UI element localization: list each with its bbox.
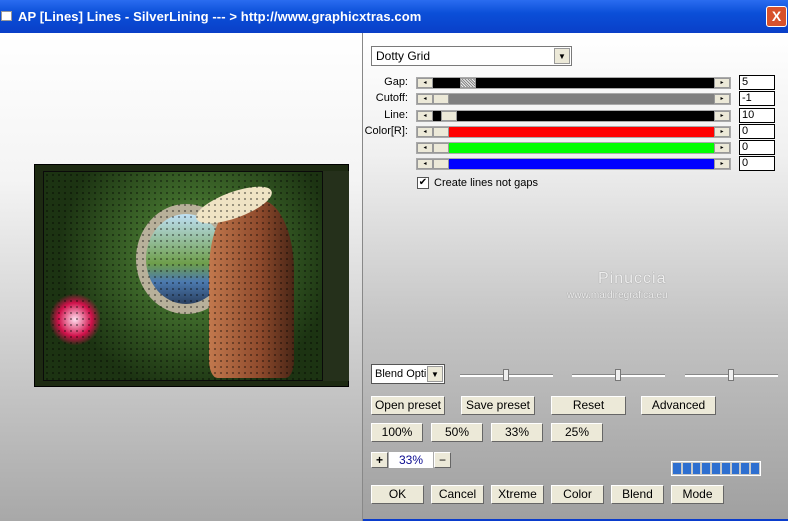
zoom-25-button[interactable]: 25% [551, 423, 603, 442]
slider-thumb[interactable] [459, 78, 476, 88]
arrow-left-icon[interactable]: ◂ [417, 111, 433, 121]
save-preset-button[interactable]: Save preset [461, 396, 535, 415]
watermark-name: Pinuccia [598, 270, 667, 287]
zoom-out-button[interactable]: − [434, 452, 451, 468]
progress-indicator [671, 461, 761, 476]
slider-value-field[interactable]: 0 [739, 156, 775, 171]
progress-segment [692, 463, 701, 474]
effect-dropdown-value: Dotty Grid [376, 49, 431, 63]
arrow-right-icon[interactable]: ▸ [714, 143, 730, 153]
slider-label: Color[R]: [364, 125, 408, 137]
slider-thumb[interactable] [433, 159, 449, 169]
open-preset-button[interactable]: Open preset [371, 396, 445, 415]
blend-dropdown-value: Blend Opti [375, 368, 427, 380]
arrow-left-icon[interactable]: ◂ [417, 143, 433, 153]
window-icon [1, 11, 12, 21]
slider-value-field[interactable]: -1 [739, 91, 775, 106]
preview-pane [0, 33, 362, 521]
arrow-right-icon[interactable]: ▸ [714, 127, 730, 137]
cancel-button[interactable]: Cancel [431, 485, 484, 504]
progress-segment [673, 463, 681, 474]
slider-thumb[interactable] [433, 143, 449, 153]
arrow-right-icon[interactable]: ▸ [714, 94, 730, 104]
green-blend-slider[interactable] [566, 366, 671, 386]
arrow-left-icon[interactable]: ◂ [417, 159, 433, 169]
blue-blend-slider[interactable] [679, 366, 784, 386]
progress-segment [702, 463, 711, 474]
progress-segment [731, 463, 740, 474]
create-lines-checkbox[interactable]: ✔ [417, 177, 429, 189]
title-bar: AP [Lines] Lines - SilverLining --- > ht… [0, 0, 788, 33]
arrow-left-icon[interactable]: ◂ [417, 78, 433, 88]
preview-picture [43, 171, 323, 381]
arrow-left-icon[interactable]: ◂ [417, 127, 433, 137]
watermark-url: www.maidiregrafica.eu [567, 290, 668, 301]
create-lines-label: Create lines not gaps [434, 177, 538, 189]
slider-label: Gap: [384, 76, 408, 88]
window-title: AP [Lines] Lines - SilverLining --- > ht… [18, 9, 422, 24]
ok-button[interactable]: OK [371, 485, 424, 504]
slider-value-field[interactable]: 0 [739, 140, 775, 155]
slider-label: Line: [384, 109, 408, 121]
slider-5[interactable]: ◂ ▸ [416, 158, 731, 170]
zoom-33-button[interactable]: 33% [491, 423, 543, 442]
progress-segment [751, 463, 760, 474]
slider-value-field[interactable]: 0 [739, 124, 775, 139]
arrow-right-icon[interactable]: ▸ [714, 111, 730, 121]
slider-value-field[interactable]: 5 [739, 75, 775, 90]
progress-segment [712, 463, 720, 474]
progress-segment [682, 463, 691, 474]
slider-2[interactable]: ◂ ▸ [416, 110, 731, 122]
effect-dropdown[interactable]: Dotty Grid ▼ [371, 46, 572, 66]
mode-button[interactable]: Mode [671, 485, 724, 504]
progress-segment [721, 463, 730, 474]
close-button[interactable]: X [766, 6, 787, 27]
advanced-button[interactable]: Advanced [641, 396, 716, 415]
controls-pane [363, 33, 788, 519]
red-blend-slider[interactable] [454, 366, 559, 386]
slider-thumb[interactable] [433, 127, 449, 137]
slider-thumb[interactable] [441, 111, 457, 121]
slider-1[interactable]: ◂ ▸ [416, 93, 731, 105]
chevron-down-icon[interactable]: ▼ [427, 366, 443, 382]
slider-thumb[interactable] [433, 94, 449, 104]
zoom-50-button[interactable]: 50% [431, 423, 483, 442]
arrow-left-icon[interactable]: ◂ [417, 94, 433, 104]
zoom-in-button[interactable]: + [371, 452, 388, 468]
color-button[interactable]: Color [551, 485, 604, 504]
chevron-down-icon[interactable]: ▼ [554, 48, 570, 64]
zoom-value: 33% [389, 452, 433, 468]
blend-dropdown[interactable]: Blend Opti ▼ [371, 364, 445, 384]
preview-image[interactable] [34, 164, 349, 387]
slider-4[interactable]: ◂ ▸ [416, 142, 731, 154]
xtreme-button[interactable]: Xtreme [491, 485, 544, 504]
slider-3[interactable]: ◂ ▸ [416, 126, 731, 138]
slider-label: Cutoff: [375, 92, 408, 104]
arrow-right-icon[interactable]: ▸ [714, 159, 730, 169]
reset-button[interactable]: Reset [551, 396, 626, 415]
slider-value-field[interactable]: 10 [739, 108, 775, 123]
slider-0[interactable]: ◂ ▸ [416, 77, 731, 89]
blend-button[interactable]: Blend [611, 485, 664, 504]
arrow-right-icon[interactable]: ▸ [714, 78, 730, 88]
zoom-100-button[interactable]: 100% [371, 423, 423, 442]
progress-segment [741, 463, 750, 474]
